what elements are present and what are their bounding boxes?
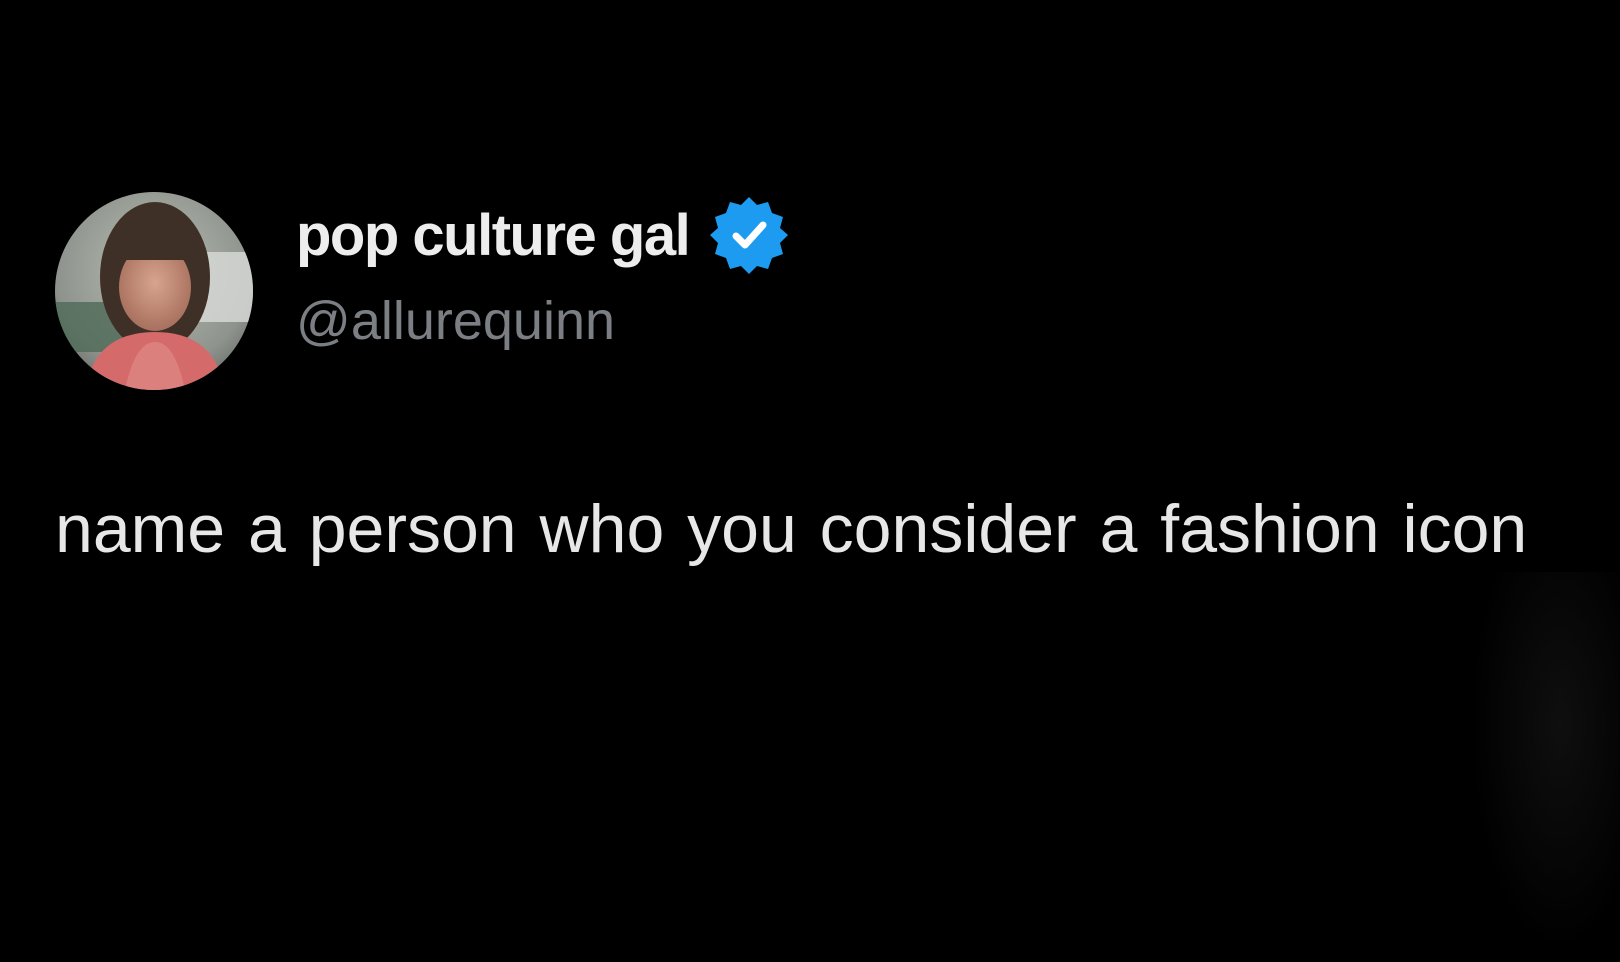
- name-row: pop culture gal: [296, 197, 791, 274]
- display-name[interactable]: pop culture gal: [296, 202, 691, 269]
- tweet-header: pop culture gal @allurequinn: [55, 192, 1555, 390]
- tweet-card: pop culture gal @allurequinn: [55, 192, 1555, 390]
- avatar-image: [55, 192, 253, 390]
- author-handle[interactable]: @allurequinn: [296, 290, 791, 352]
- tweet-text: name a person who you consider a fashion…: [55, 491, 1528, 567]
- background-shadow: [1470, 572, 1620, 952]
- avatar[interactable]: [55, 192, 253, 390]
- verified-badge-icon: [707, 193, 791, 277]
- screenshot-page: pop culture gal @allurequinn name a pers…: [0, 0, 1620, 962]
- author-identity: pop culture gal @allurequinn: [296, 192, 791, 352]
